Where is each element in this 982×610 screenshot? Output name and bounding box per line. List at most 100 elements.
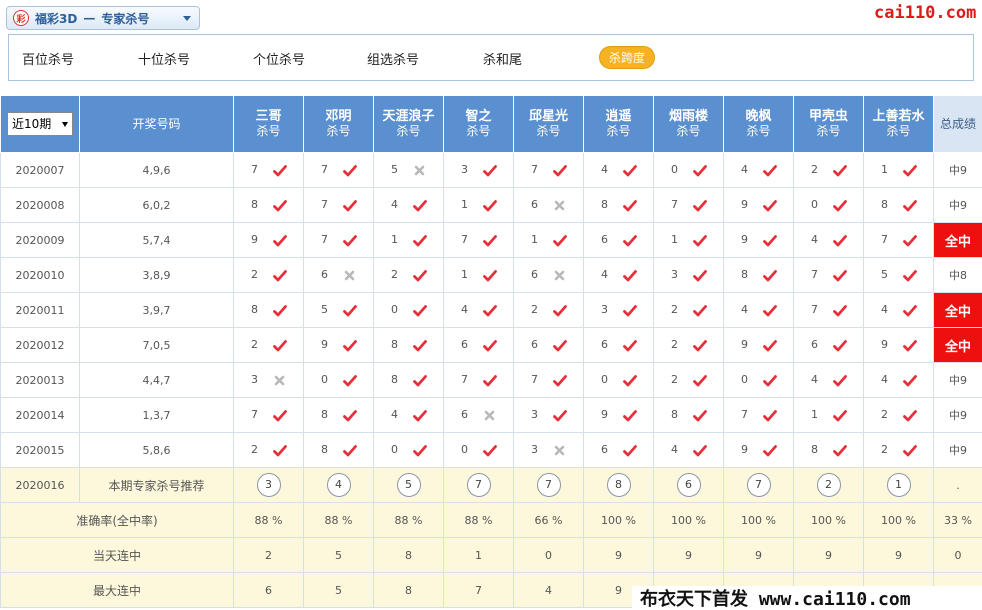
check-icon bbox=[616, 164, 644, 177]
kill-cell: 4 bbox=[793, 222, 864, 258]
recommend-cell: 6 bbox=[653, 467, 724, 503]
kill-cell: 0 bbox=[583, 362, 654, 398]
kill-number: 4 bbox=[601, 268, 608, 282]
kill-cell: 6 bbox=[583, 327, 654, 363]
recommend-cell: 4 bbox=[303, 467, 374, 503]
kill-number: 4 bbox=[811, 373, 818, 387]
check-icon bbox=[336, 444, 364, 457]
expert-header[interactable]: 甲壳虫 杀号 bbox=[793, 95, 864, 153]
table-body: 2020007 4,9,6 7 7 5 3 7 4 0 4 2 1 中9 2020008 6,0,2 8 7 4 1… bbox=[0, 152, 982, 608]
expert-sub-label: 杀号 bbox=[536, 124, 561, 138]
kill-number: 9 bbox=[321, 338, 328, 352]
recommend-ball: 5 bbox=[396, 473, 421, 497]
check-icon bbox=[616, 269, 644, 282]
kill-number: 4 bbox=[671, 443, 678, 457]
kill-cell: 1 bbox=[513, 222, 584, 258]
kill-cell: 7 bbox=[443, 362, 514, 398]
check-icon bbox=[476, 199, 504, 212]
expert-header[interactable]: 晚枫 杀号 bbox=[723, 95, 794, 153]
kill-number: 7 bbox=[321, 233, 328, 247]
expert-header[interactable]: 逍遥 杀号 bbox=[583, 95, 654, 153]
kill-number: 4 bbox=[741, 303, 748, 317]
expert-header[interactable]: 智之 杀号 bbox=[443, 95, 514, 153]
period-cell: 2020008 bbox=[0, 187, 80, 223]
total-score-cell: 中9 bbox=[933, 362, 982, 398]
recommend-row: 2020016 本期专家杀号推荐 3 4 5 7 7 8 6 7 2 1. bbox=[0, 467, 982, 503]
kill-number: 9 bbox=[601, 408, 608, 422]
expert-header[interactable]: 天涯浪子 杀号 bbox=[373, 95, 444, 153]
period-cell: 2020012 bbox=[0, 327, 80, 363]
stat-value: 66 % bbox=[513, 502, 584, 538]
expert-sub-label: 杀号 bbox=[606, 124, 631, 138]
check-icon bbox=[406, 374, 434, 387]
kill-number: 4 bbox=[811, 233, 818, 247]
expert-header[interactable]: 邓明 杀号 bbox=[303, 95, 374, 153]
check-icon bbox=[826, 304, 854, 317]
kill-cell: 9 bbox=[723, 432, 794, 468]
kill-number: 7 bbox=[461, 373, 468, 387]
nav-item-group[interactable]: 组选杀号 bbox=[367, 49, 419, 68]
draw-number-cell: 3,8,9 bbox=[79, 257, 234, 293]
check-icon bbox=[896, 164, 924, 177]
expert-header[interactable]: 烟雨楼 杀号 bbox=[653, 95, 724, 153]
chevron-down-icon bbox=[183, 16, 191, 21]
kill-number: 1 bbox=[531, 233, 538, 247]
kill-cell: 7 bbox=[793, 257, 864, 293]
nav-item-hundreds[interactable]: 百位杀号 bbox=[22, 49, 74, 68]
kill-cell: 7 bbox=[513, 152, 584, 188]
kill-cell: 1 bbox=[373, 222, 444, 258]
kill-cell: 6 bbox=[513, 187, 584, 223]
kill-number: 2 bbox=[671, 373, 678, 387]
stat-value: 9 bbox=[653, 537, 724, 573]
kill-number: 0 bbox=[461, 443, 468, 457]
period-range-select[interactable]: 近10期 bbox=[7, 112, 73, 136]
kill-number: 2 bbox=[251, 443, 258, 457]
kill-number: 0 bbox=[811, 198, 818, 212]
nav-item-sum-tail[interactable]: 杀和尾 bbox=[483, 49, 522, 68]
lottery-type-select[interactable]: 彩 福彩3D — 专家杀号 bbox=[6, 6, 200, 30]
kill-cell: 7 bbox=[303, 152, 374, 188]
nav-item-span[interactable]: 杀跨度 bbox=[599, 46, 656, 69]
site-logo[interactable]: cai110.com bbox=[874, 3, 976, 23]
nav-item-units[interactable]: 个位杀号 bbox=[253, 49, 305, 68]
expert-name: 三哥 bbox=[255, 109, 282, 124]
recommend-cell: 7 bbox=[513, 467, 584, 503]
nav-item-tens[interactable]: 十位杀号 bbox=[138, 49, 190, 68]
kill-number: 7 bbox=[321, 163, 328, 177]
expert-header[interactable]: 邱星光 杀号 bbox=[513, 95, 584, 153]
expert-header[interactable]: 上善若水 杀号 bbox=[863, 95, 934, 153]
stat-value: 7 bbox=[443, 572, 514, 608]
recommend-cell: 2 bbox=[793, 467, 864, 503]
kill-cell: 4 bbox=[373, 397, 444, 433]
kill-cell: 3 bbox=[583, 292, 654, 328]
kill-number: 7 bbox=[251, 408, 258, 422]
kill-number: 4 bbox=[741, 163, 748, 177]
kill-number: 6 bbox=[531, 198, 538, 212]
kill-cell: 7 bbox=[233, 397, 304, 433]
check-icon bbox=[826, 234, 854, 247]
check-icon bbox=[266, 339, 294, 352]
expert-sub-label: 杀号 bbox=[676, 124, 701, 138]
top-bar: 彩 福彩3D — 专家杀号 cai110.com 百位杀号 十位杀号 个位杀号 … bbox=[0, 0, 982, 90]
lottery-logo-icon: 彩 bbox=[13, 10, 29, 26]
table-row: 2020009 5,7,4 9 7 1 7 1 6 1 9 4 7 全中 bbox=[0, 222, 982, 258]
kill-number: 0 bbox=[671, 163, 678, 177]
expert-header[interactable]: 三哥 杀号 bbox=[233, 95, 304, 153]
kill-cell: 2 bbox=[863, 432, 934, 468]
recommend-ball: 8 bbox=[606, 473, 631, 497]
check-icon bbox=[336, 374, 364, 387]
stat-value: 8 bbox=[373, 572, 444, 608]
check-icon bbox=[826, 199, 854, 212]
recommend-cell: 8 bbox=[583, 467, 654, 503]
kill-number: 7 bbox=[531, 163, 538, 177]
kill-cell: 7 bbox=[443, 222, 514, 258]
check-icon bbox=[896, 339, 924, 352]
stat-value: 9 bbox=[793, 537, 864, 573]
total-score-cell: 全中 bbox=[933, 292, 982, 328]
kill-cell: 5 bbox=[373, 152, 444, 188]
recommend-total-cell: . bbox=[933, 467, 982, 503]
kill-number: 7 bbox=[531, 373, 538, 387]
stat-total: 33 % bbox=[933, 502, 982, 538]
check-icon bbox=[686, 339, 714, 352]
kill-number: 7 bbox=[461, 233, 468, 247]
